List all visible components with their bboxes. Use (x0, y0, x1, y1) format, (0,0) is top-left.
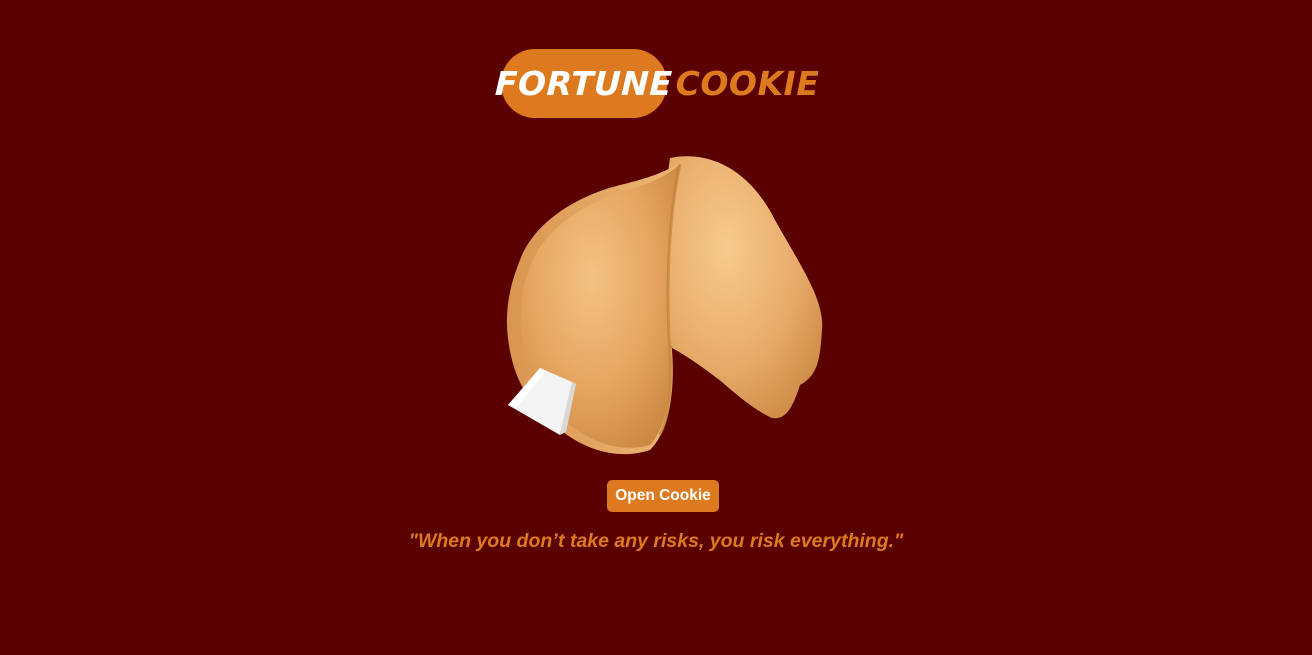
page-title: FORTUNE COOKIE (0, 49, 1312, 118)
title-word-fortune: FORTUNE (494, 64, 674, 103)
title-container: FORTUNE COOKIE (494, 49, 820, 118)
open-cookie-button[interactable]: Open Cookie (607, 480, 719, 512)
title-word-cookie: COOKIE (675, 64, 820, 103)
fortune-cookie-image (500, 150, 830, 460)
title-pill: FORTUNE (494, 49, 673, 118)
fortune-text: "When you don’t take any risks, you risk… (408, 530, 904, 552)
